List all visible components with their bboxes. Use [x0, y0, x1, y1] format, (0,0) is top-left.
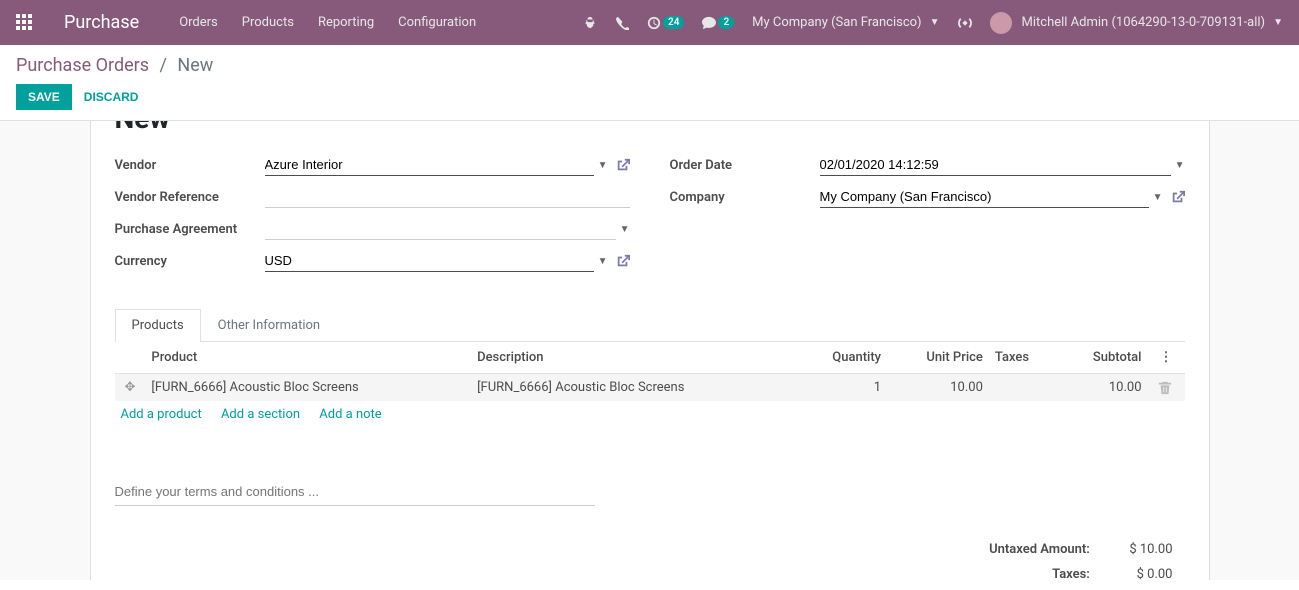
terms-input[interactable] [115, 478, 595, 506]
activities-badge: 24 [663, 16, 684, 29]
external-link-icon[interactable] [1171, 190, 1185, 205]
col-description: Description [471, 342, 797, 374]
save-button[interactable]: Save [16, 84, 72, 110]
main-menu: Orders Products Reporting Configuration [179, 15, 476, 30]
bug-icon[interactable] [583, 16, 597, 30]
company-selector-label: My Company (San Francisco) [752, 15, 921, 30]
taxes-label: Taxes: [979, 563, 1100, 580]
currency-field[interactable] [265, 250, 594, 272]
untaxed-value: $ 10.00 [1102, 538, 1183, 561]
brand-title: Purchase [64, 12, 139, 33]
menu-configuration[interactable]: Configuration [398, 15, 476, 30]
cell-description[interactable]: [FURN_6666] Acoustic Bloc Screens [471, 374, 797, 402]
menu-products[interactable]: Products [242, 15, 294, 30]
action-bar: Save Discard [16, 84, 1283, 120]
breadcrumb: Purchase Orders / New [16, 55, 1283, 76]
messages-icon[interactable]: 2 [702, 16, 734, 30]
order-lines-table: Product Description Quantity Unit Price … [115, 342, 1185, 428]
form-sheet: New Vendor ▼ Vendor Reference [90, 121, 1210, 580]
table-row[interactable]: ✥ [FURN_6666] Acoustic Bloc Screens [FUR… [115, 374, 1185, 402]
user-menu[interactable]: Mitchell Admin (1064290-13-0-709131-all)… [990, 12, 1284, 34]
company-selector[interactable]: My Company (San Francisco) ▼ [752, 15, 939, 30]
discard-button[interactable]: Discard [84, 90, 139, 104]
add-note-link[interactable]: Add a note [319, 407, 381, 422]
order-date-label: Order Date [670, 158, 820, 173]
tabs: Products Other Information [115, 309, 1185, 342]
nav-right: 24 2 My Company (San Francisco) ▼ Mitche… [583, 12, 1283, 34]
col-subtotal: Subtotal [1057, 342, 1147, 374]
messages-badge: 2 [718, 16, 734, 29]
col-product: Product [145, 342, 471, 374]
form-col-left: Vendor ▼ Vendor Reference [115, 153, 630, 281]
add-product-link[interactable]: Add a product [121, 407, 202, 422]
record-title: New [115, 121, 1185, 153]
vendor-ref-label: Vendor Reference [115, 190, 265, 205]
cell-quantity[interactable]: 1 [797, 374, 887, 402]
drag-handle-icon[interactable]: ✥ [121, 380, 140, 395]
top-nav: Purchase Orders Products Reporting Confi… [0, 0, 1299, 45]
menu-orders[interactable]: Orders [179, 15, 218, 30]
add-section-link[interactable]: Add a section [221, 407, 300, 422]
chevron-down-icon: ▼ [1273, 17, 1283, 28]
tab-other-information[interactable]: Other Information [201, 309, 337, 341]
cell-product[interactable]: [FURN_6666] Acoustic Bloc Screens [145, 374, 471, 402]
chevron-down-icon[interactable]: ▼ [620, 224, 630, 235]
agreement-field[interactable] [265, 218, 616, 240]
taxes-value: $ 0.00 [1102, 563, 1183, 580]
external-link-icon[interactable] [616, 158, 630, 173]
currency-label: Currency [115, 254, 265, 269]
vendor-label: Vendor [115, 158, 265, 173]
col-quantity: Quantity [797, 342, 887, 374]
user-name: Mitchell Admin (1064290-13-0-709131-all) [1022, 15, 1266, 30]
chevron-down-icon[interactable]: ▼ [598, 160, 608, 171]
activities-icon[interactable]: 24 [647, 16, 684, 30]
company-label: Company [670, 190, 820, 205]
avatar [990, 12, 1012, 34]
chevron-down-icon[interactable]: ▼ [598, 256, 608, 267]
vendor-field[interactable] [265, 154, 594, 176]
breadcrumb-current: New [177, 55, 213, 76]
apps-icon[interactable] [16, 14, 34, 32]
debug-icon[interactable] [958, 16, 972, 30]
chevron-down-icon[interactable]: ▼ [1153, 192, 1163, 203]
cell-taxes[interactable] [989, 374, 1058, 402]
form-col-right: Order Date ▼ Company ▼ [670, 153, 1185, 281]
phone-icon[interactable] [615, 16, 629, 30]
columns-menu-icon[interactable]: ⋮ [1154, 350, 1179, 365]
col-unit-price: Unit Price [887, 342, 989, 374]
delete-row-icon[interactable] [1154, 380, 1176, 395]
control-panel: Purchase Orders / New Save Discard [0, 45, 1299, 121]
cell-subtotal: 10.00 [1057, 374, 1147, 402]
chevron-down-icon: ▼ [930, 17, 940, 28]
vendor-ref-field[interactable] [265, 186, 630, 208]
company-field[interactable] [820, 186, 1149, 208]
cell-unit-price[interactable]: 10.00 [887, 374, 989, 402]
tab-products[interactable]: Products [115, 309, 201, 342]
content-scroll[interactable]: New Vendor ▼ Vendor Reference [0, 121, 1299, 580]
order-date-field[interactable] [820, 154, 1171, 176]
breadcrumb-root[interactable]: Purchase Orders [16, 55, 149, 76]
untaxed-label: Untaxed Amount: [979, 538, 1100, 561]
agreement-label: Purchase Agreement [115, 222, 265, 237]
col-taxes: Taxes [989, 342, 1058, 374]
menu-reporting[interactable]: Reporting [318, 15, 374, 30]
external-link-icon[interactable] [616, 254, 630, 269]
totals: Untaxed Amount: $ 10.00 Taxes: $ 0.00 To… [115, 536, 1185, 580]
chevron-down-icon[interactable]: ▼ [1175, 160, 1185, 171]
breadcrumb-sep: / [160, 55, 167, 76]
